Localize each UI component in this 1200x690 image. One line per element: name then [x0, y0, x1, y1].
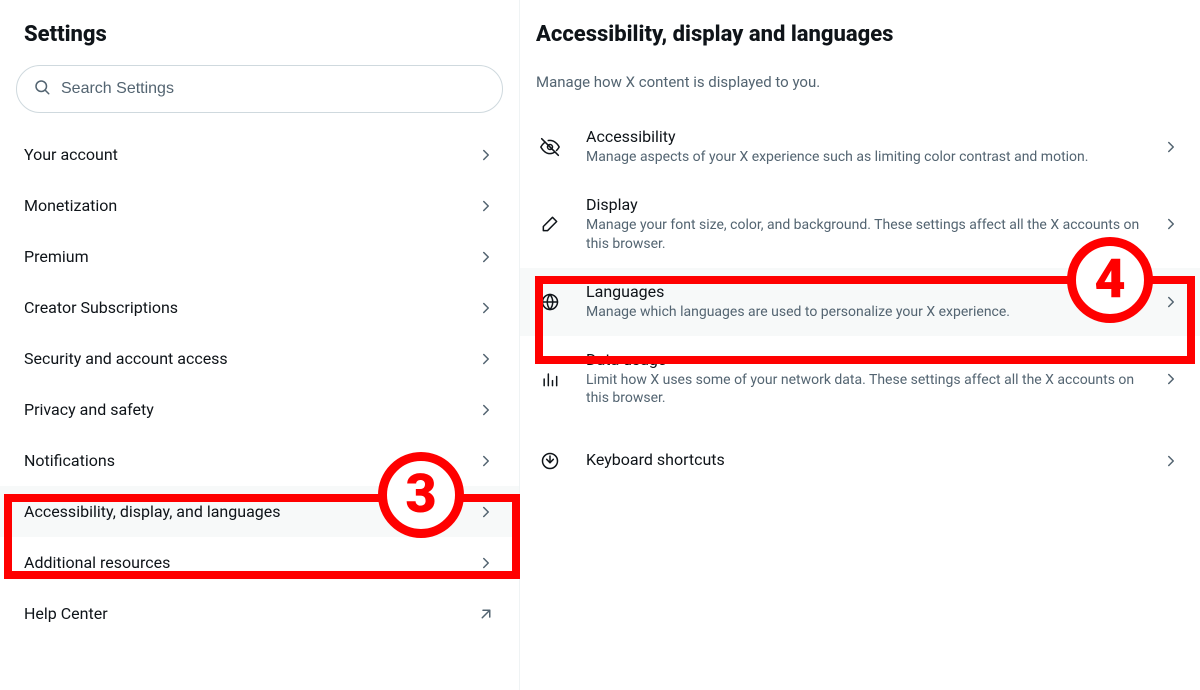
chevron-right-icon — [477, 401, 495, 419]
sidebar-item-label: Security and account access — [24, 349, 228, 368]
eye-off-icon — [536, 137, 564, 157]
search-container — [0, 65, 519, 123]
chevron-right-icon — [477, 350, 495, 368]
chevron-right-icon — [1162, 452, 1180, 470]
setting-item-description: Manage aspects of your X experience such… — [586, 148, 1140, 167]
setting-text: Keyboard shortcuts — [586, 450, 1140, 471]
setting-text: Languages Manage which languages are used… — [586, 282, 1140, 322]
sidebar-item-label: Notifications — [24, 451, 115, 470]
chevron-right-icon — [477, 554, 495, 572]
external-link-icon — [477, 605, 495, 623]
chevron-right-icon — [1162, 215, 1180, 233]
panel-list: Accessibility Manage aspects of your X ex… — [520, 113, 1200, 485]
search-field[interactable] — [16, 65, 503, 113]
chevron-right-icon — [477, 248, 495, 266]
page-title: Settings — [0, 14, 519, 65]
sidebar-item-additional-resources[interactable]: Additional resources — [0, 537, 519, 588]
sidebar-item-label: Help Center — [24, 604, 108, 623]
search-input[interactable] — [61, 80, 486, 98]
setting-item-title: Data usage — [586, 350, 1140, 369]
sidebar-item-label: Accessibility, display, and languages — [24, 502, 281, 521]
setting-text: Data usage Limit how X uses some of your … — [586, 350, 1140, 409]
sidebar-item-your-account[interactable]: Your account — [0, 129, 519, 180]
setting-row-accessibility[interactable]: Accessibility Manage aspects of your X ex… — [520, 113, 1200, 181]
setting-text: Display Manage your font size, color, and… — [586, 195, 1140, 254]
sidebar-item-label: Additional resources — [24, 553, 170, 572]
sidebar-item-label: Your account — [24, 145, 118, 164]
chevron-right-icon — [477, 197, 495, 215]
sidebar-item-privacy-and-safety[interactable]: Privacy and safety — [0, 384, 519, 435]
chevron-right-icon — [1162, 370, 1180, 388]
chevron-right-icon — [1162, 293, 1180, 311]
sidebar-item-label: Premium — [24, 247, 89, 266]
settings-sidebar: Settings Your account Monetization Premium… — [0, 0, 520, 690]
chevron-right-icon — [477, 299, 495, 317]
chevron-right-icon — [477, 452, 495, 470]
sidebar-item-help-center[interactable]: Help Center — [0, 588, 519, 639]
sidebar-item-security-and-account-access[interactable]: Security and account access — [0, 333, 519, 384]
sidebar-item-creator-subscriptions[interactable]: Creator Subscriptions — [0, 282, 519, 333]
sidebar-item-notifications[interactable]: Notifications — [0, 435, 519, 486]
chevron-right-icon — [1162, 138, 1180, 156]
setting-item-description: Limit how X uses some of your network da… — [586, 371, 1140, 409]
globe-icon — [536, 292, 564, 312]
setting-item-title: Accessibility — [586, 127, 1140, 146]
chevron-right-icon — [477, 503, 495, 521]
sidebar-item-label: Privacy and safety — [24, 400, 154, 419]
panel-title: Accessibility, display and languages — [520, 14, 1200, 63]
setting-text: Accessibility Manage aspects of your X ex… — [586, 127, 1140, 167]
setting-item-title: Display — [586, 195, 1140, 214]
sidebar-item-premium[interactable]: Premium — [0, 231, 519, 282]
settings-panel: Accessibility, display and languages Man… — [520, 0, 1200, 690]
search-icon — [33, 78, 51, 100]
settings-nav-list: Your account Monetization Premium Creator S… — [0, 123, 519, 639]
panel-description: Manage how X content is displayed to you… — [520, 63, 1200, 113]
chevron-right-icon — [477, 146, 495, 164]
setting-item-description: Manage which languages are used to perso… — [586, 303, 1140, 322]
sidebar-item-label: Monetization — [24, 196, 117, 215]
setting-row-display[interactable]: Display Manage your font size, color, and… — [520, 181, 1200, 268]
bars-icon — [536, 369, 564, 389]
setting-row-languages[interactable]: Languages Manage which languages are used… — [520, 268, 1200, 336]
brush-icon — [536, 214, 564, 234]
setting-item-description: Manage your font size, color, and backgr… — [586, 216, 1140, 254]
setting-item-title: Languages — [586, 282, 1140, 301]
sidebar-item-label: Creator Subscriptions — [24, 298, 178, 317]
setting-item-title: Keyboard shortcuts — [586, 450, 1140, 469]
setting-row-data-usage[interactable]: Data usage Limit how X uses some of your … — [520, 336, 1200, 423]
sidebar-item-monetization[interactable]: Monetization — [0, 180, 519, 231]
keyboard-icon — [536, 451, 564, 471]
sidebar-item-accessibility-display-and-languages[interactable]: Accessibility, display, and languages — [0, 486, 519, 537]
setting-row-keyboard-shortcuts[interactable]: Keyboard shortcuts — [520, 436, 1200, 485]
